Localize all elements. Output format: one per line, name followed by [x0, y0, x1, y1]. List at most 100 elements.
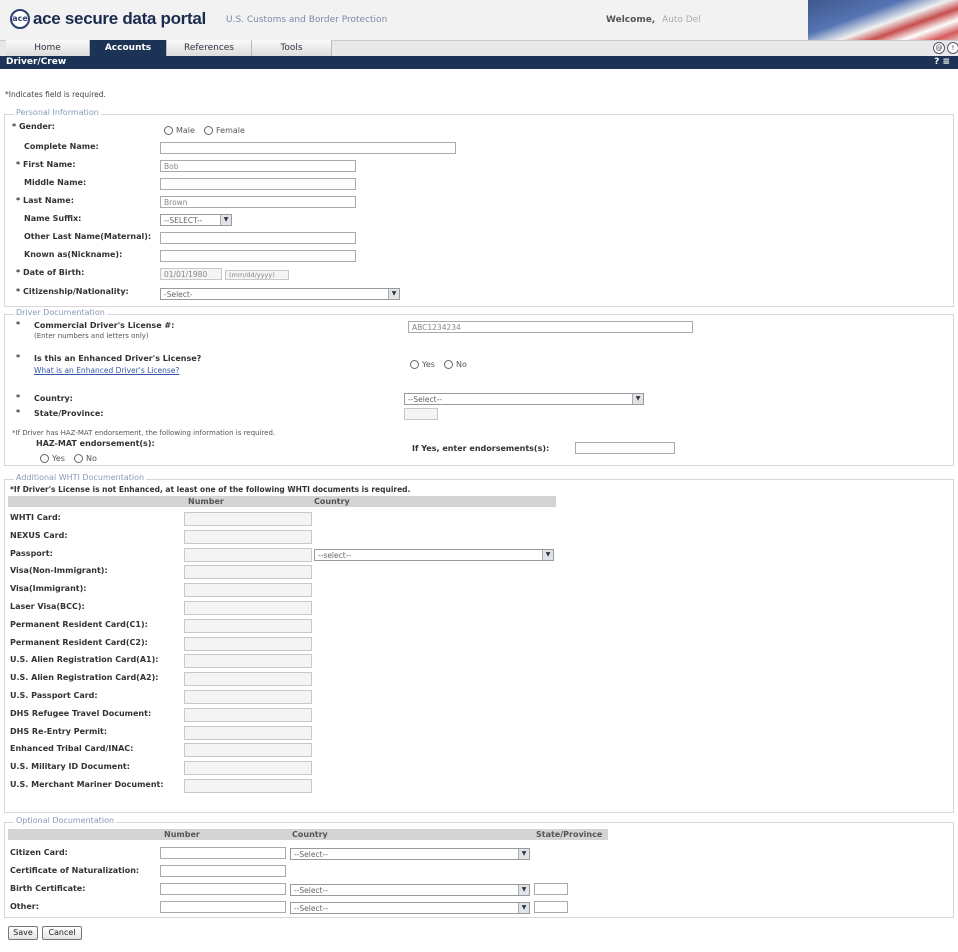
state-required-star: * — [16, 408, 21, 417]
whti-number-input[interactable] — [184, 548, 312, 562]
whti-number-input[interactable] — [184, 637, 312, 651]
driver-doc-legend: Driver Documentation — [14, 308, 107, 317]
dob-label: * Date of Birth: — [16, 268, 85, 277]
optional-country-value: --Select-- — [294, 850, 328, 859]
whti-number-input[interactable] — [184, 690, 312, 704]
optional-number-input[interactable] — [160, 847, 286, 859]
whti-number-input[interactable] — [184, 708, 312, 722]
whti-number-input[interactable] — [184, 761, 312, 775]
welcome-text: Welcome, — [606, 15, 656, 25]
whti-row-label: DHS Re-Entry Permit: — [10, 727, 108, 736]
optional-state-input[interactable] — [534, 901, 568, 913]
app-title: ace secure data portal — [33, 9, 206, 28]
optional-country-select[interactable]: --Select-- ▼ — [290, 902, 530, 914]
whti-col-number: Number — [188, 497, 224, 506]
middle-name-label: Middle Name: — [24, 178, 87, 187]
help-globe-icon[interactable]: @ — [933, 42, 945, 54]
optional-col-state: State/Province — [536, 830, 603, 839]
middle-name-input[interactable] — [160, 178, 356, 190]
optional-col-country: Country — [292, 830, 328, 839]
whti-row-label: Permanent Resident Card(C2): — [10, 638, 148, 647]
whti-row-label: U.S. Military ID Document: — [10, 762, 130, 771]
gender-label: * Gender: — [12, 122, 55, 131]
whti-number-input[interactable] — [184, 530, 312, 544]
name-suffix-label: Name Suffix: — [24, 214, 82, 223]
enhanced-no-radio[interactable] — [444, 360, 453, 369]
whti-number-input[interactable] — [184, 779, 312, 793]
tab-tools[interactable]: Tools — [252, 40, 332, 56]
optional-col-number: Number — [164, 830, 200, 839]
tab-references[interactable]: References — [167, 40, 252, 56]
hazmat-yes-radio[interactable] — [40, 454, 49, 463]
seal-logo-icon: ace — [10, 9, 30, 29]
whti-row-label: U.S. Alien Registration Card(A2): — [10, 673, 159, 682]
whti-number-input[interactable] — [184, 743, 312, 757]
whti-row-label: Visa(Non-Immigrant): — [10, 566, 108, 575]
first-name-input[interactable]: Bob — [160, 160, 356, 172]
whti-number-input[interactable] — [184, 565, 312, 579]
tab-home[interactable]: Home — [6, 40, 90, 56]
whti-number-input[interactable] — [184, 654, 312, 668]
optional-country-select[interactable]: --Select-- ▼ — [290, 884, 530, 896]
dob-input[interactable]: 01/01/1980 — [160, 268, 222, 280]
page-title-bar — [0, 56, 958, 69]
whti-number-input[interactable] — [184, 672, 312, 686]
logout-icon[interactable]: ! — [947, 42, 958, 54]
hazmat-no-radio[interactable] — [74, 454, 83, 463]
whti-number-input[interactable] — [184, 601, 312, 615]
enhanced-info-link[interactable]: What is an Enhanced Driver's License? — [34, 366, 179, 375]
chevron-down-icon: ▼ — [220, 215, 231, 225]
optional-number-input[interactable] — [160, 883, 286, 895]
state-label: State/Province: — [34, 409, 104, 418]
whti-number-input[interactable] — [184, 512, 312, 526]
known-as-label: Known as(Nickname): — [24, 250, 123, 259]
whti-country-select[interactable]: --select-- ▼ — [314, 549, 554, 561]
cdl-label: Commercial Driver's License #: — [34, 321, 175, 330]
enhanced-no-label: No — [456, 360, 467, 369]
whti-row-label: Laser Visa(BCC): — [10, 602, 85, 611]
chevron-down-icon: ▼ — [518, 885, 529, 895]
name-suffix-select[interactable]: --SELECT-- ▼ — [160, 214, 232, 226]
whti-number-input[interactable] — [184, 583, 312, 597]
other-last-name-label: Other Last Name(Maternal): — [24, 232, 152, 241]
optional-row-label: Birth Certificate: — [10, 884, 86, 893]
whti-row-label: DHS Refugee Travel Document: — [10, 709, 152, 718]
gender-female-radio[interactable] — [204, 126, 213, 135]
personal-info-fieldset — [4, 114, 954, 307]
cancel-button[interactable]: Cancel — [42, 926, 82, 940]
whti-col-country: Country — [314, 497, 350, 506]
optional-number-input[interactable] — [160, 865, 286, 877]
save-button[interactable]: Save — [8, 926, 38, 940]
whti-row-label: U.S. Merchant Mariner Document: — [10, 780, 164, 789]
optional-number-input[interactable] — [160, 901, 286, 913]
whti-number-input[interactable] — [184, 619, 312, 633]
complete-name-input[interactable] — [160, 142, 456, 154]
optional-row-label: Certificate of Naturalization: — [10, 866, 140, 875]
required-note: *Indicates field is required. — [5, 90, 106, 99]
cdl-input[interactable]: ABC1234234 — [408, 321, 693, 333]
hazmat-yes-label: Yes — [52, 454, 65, 463]
endorsements-input[interactable] — [575, 442, 675, 454]
other-last-name-input[interactable] — [160, 232, 356, 244]
enhanced-required-star: * — [16, 353, 21, 362]
known-as-input[interactable] — [160, 250, 356, 262]
license-state-input[interactable] — [404, 408, 438, 420]
enhanced-yes-radio[interactable] — [410, 360, 419, 369]
whti-country-value: --select-- — [318, 551, 352, 560]
whti-number-input[interactable] — [184, 726, 312, 740]
last-name-input[interactable]: Brown — [160, 196, 356, 208]
cdl-hint: (Enter numbers and letters only) — [34, 332, 149, 340]
whti-row-label: NEXUS Card: — [10, 531, 68, 540]
name-suffix-value: --SELECT-- — [164, 216, 203, 225]
optional-state-input[interactable] — [534, 883, 568, 895]
tab-accounts[interactable]: Accounts — [90, 40, 167, 56]
license-country-select[interactable]: --Select-- ▼ — [404, 393, 644, 405]
citizenship-select[interactable]: -Select- ▼ — [160, 288, 400, 300]
help-icon[interactable]: ? ≡ — [934, 57, 950, 67]
optional-row-label: Other: — [10, 902, 39, 911]
gender-male-radio[interactable] — [164, 126, 173, 135]
gender-female-label: Female — [216, 126, 245, 135]
optional-country-select[interactable]: --Select-- ▼ — [290, 848, 530, 860]
optional-country-value: --Select-- — [294, 886, 328, 895]
whti-row-label: WHTI Card: — [10, 513, 61, 522]
